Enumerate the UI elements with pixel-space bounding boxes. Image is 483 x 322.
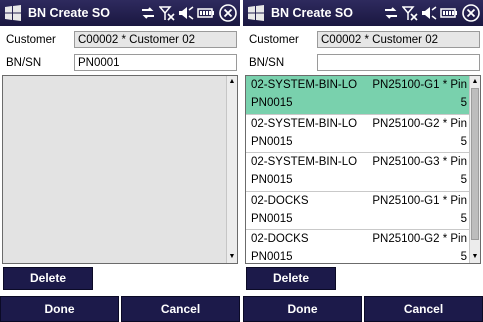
speaker-muted-icon — [422, 6, 437, 20]
bnsn-input[interactable] — [317, 54, 480, 71]
windows-start-icon[interactable] — [4, 4, 22, 22]
serial-label: PN0015 — [251, 212, 293, 225]
bnsn-label: BN/SN — [249, 57, 285, 69]
status-icons — [140, 3, 238, 23]
cancel-button[interactable]: Cancel — [121, 296, 240, 322]
status-icons — [383, 3, 481, 23]
window-title: BN Create SO — [28, 6, 110, 20]
bin-label: 02-SYSTEM-BIN-LO — [251, 117, 358, 130]
bnsn-input[interactable]: PN0001 — [74, 54, 237, 71]
list-item[interactable]: 02-SYSTEM-BIN-LO PN25100-G2 * Pin PN0015 5 — [246, 115, 470, 153]
list-item[interactable]: 02-DOCKS PN25100-G1 * Pin PN0015 5 — [246, 192, 470, 230]
quantity-label: 5 — [460, 212, 467, 225]
quantity-label: 5 — [460, 251, 467, 263]
scroll-up-arrow-icon[interactable]: ▲ — [471, 77, 479, 87]
scroll-down-arrow-icon[interactable]: ▼ — [228, 252, 236, 262]
battery-icon — [440, 8, 457, 18]
serial-list[interactable]: 02-SYSTEM-BIN-LO PN25100-G1 * Pin PN0015 5 0… — [245, 75, 481, 264]
scroll-down-arrow-icon[interactable]: ▼ — [471, 252, 479, 262]
title-bar: BN Create SO — [0, 0, 240, 26]
quantity-label: 5 — [460, 97, 467, 109]
list-scrollbar[interactable]: ▲ ▼ — [469, 76, 480, 263]
serial-label: PN0015 — [251, 251, 293, 263]
serial-label: PN0015 — [251, 135, 293, 148]
customer-label: Customer — [249, 34, 299, 46]
cancel-button[interactable]: Cancel — [364, 296, 483, 322]
scroll-thumb[interactable] — [471, 88, 479, 240]
serial-list-rows: 02-SYSTEM-BIN-LO PN25100-G1 * Pin PN0015 5 0… — [246, 76, 470, 263]
close-icon[interactable] — [218, 3, 238, 23]
window-title: BN Create SO — [271, 6, 353, 20]
quantity-label: 5 — [460, 135, 467, 148]
list-scrollbar[interactable]: ▲ ▼ — [226, 76, 237, 263]
bin-label: 02-DOCKS — [251, 233, 309, 245]
done-button[interactable]: Done — [0, 296, 119, 322]
customer-field: C00002 * Customer 02 — [317, 31, 480, 48]
delete-button[interactable]: Delete — [246, 267, 336, 290]
item-label: PN25100-G1 * Pin — [372, 194, 467, 207]
delete-button[interactable]: Delete — [3, 267, 93, 290]
list-item[interactable]: 02-SYSTEM-BIN-LO PN25100-G3 * Pin PN0015 5 — [246, 153, 470, 192]
right-screen: BN Create SO Customer C00002 * Customer … — [243, 0, 483, 322]
serial-label: PN0015 — [251, 97, 293, 109]
left-screen: BN Create SO Customer C00002 * Customer … — [0, 0, 240, 322]
serial-list[interactable]: ▲ ▼ — [2, 75, 238, 264]
customer-field: C00002 * Customer 02 — [74, 31, 237, 48]
no-signal-icon — [402, 6, 418, 21]
bnsn-label: BN/SN — [6, 57, 42, 69]
quantity-label: 5 — [460, 174, 467, 186]
windows-start-icon[interactable] — [247, 4, 265, 22]
bin-label: 02-SYSTEM-BIN-LO — [251, 79, 358, 91]
scroll-up-arrow-icon[interactable]: ▲ — [228, 77, 236, 87]
done-button[interactable]: Done — [243, 296, 362, 322]
item-label: PN25100-G1 * Pin — [372, 79, 467, 91]
item-label: PN25100-G3 * Pin — [372, 156, 467, 168]
title-bar: BN Create SO — [243, 0, 483, 26]
data-sync-icon — [142, 7, 154, 19]
speaker-muted-icon — [179, 6, 194, 20]
bin-label: 02-DOCKS — [251, 194, 309, 207]
item-label: PN25100-G2 * Pin — [372, 117, 467, 130]
no-signal-icon — [159, 6, 175, 21]
list-item[interactable]: 02-DOCKS PN25100-G2 * Pin PN0015 5 — [246, 230, 470, 263]
bin-label: 02-SYSTEM-BIN-LO — [251, 156, 358, 168]
customer-label: Customer — [6, 34, 56, 46]
item-label: PN25100-G2 * Pin — [372, 233, 467, 245]
data-sync-icon — [385, 7, 397, 19]
battery-icon — [197, 8, 214, 18]
list-item[interactable]: 02-SYSTEM-BIN-LO PN25100-G1 * Pin PN0015 5 — [246, 76, 470, 115]
close-icon[interactable] — [461, 3, 481, 23]
serial-label: PN0015 — [251, 174, 293, 186]
